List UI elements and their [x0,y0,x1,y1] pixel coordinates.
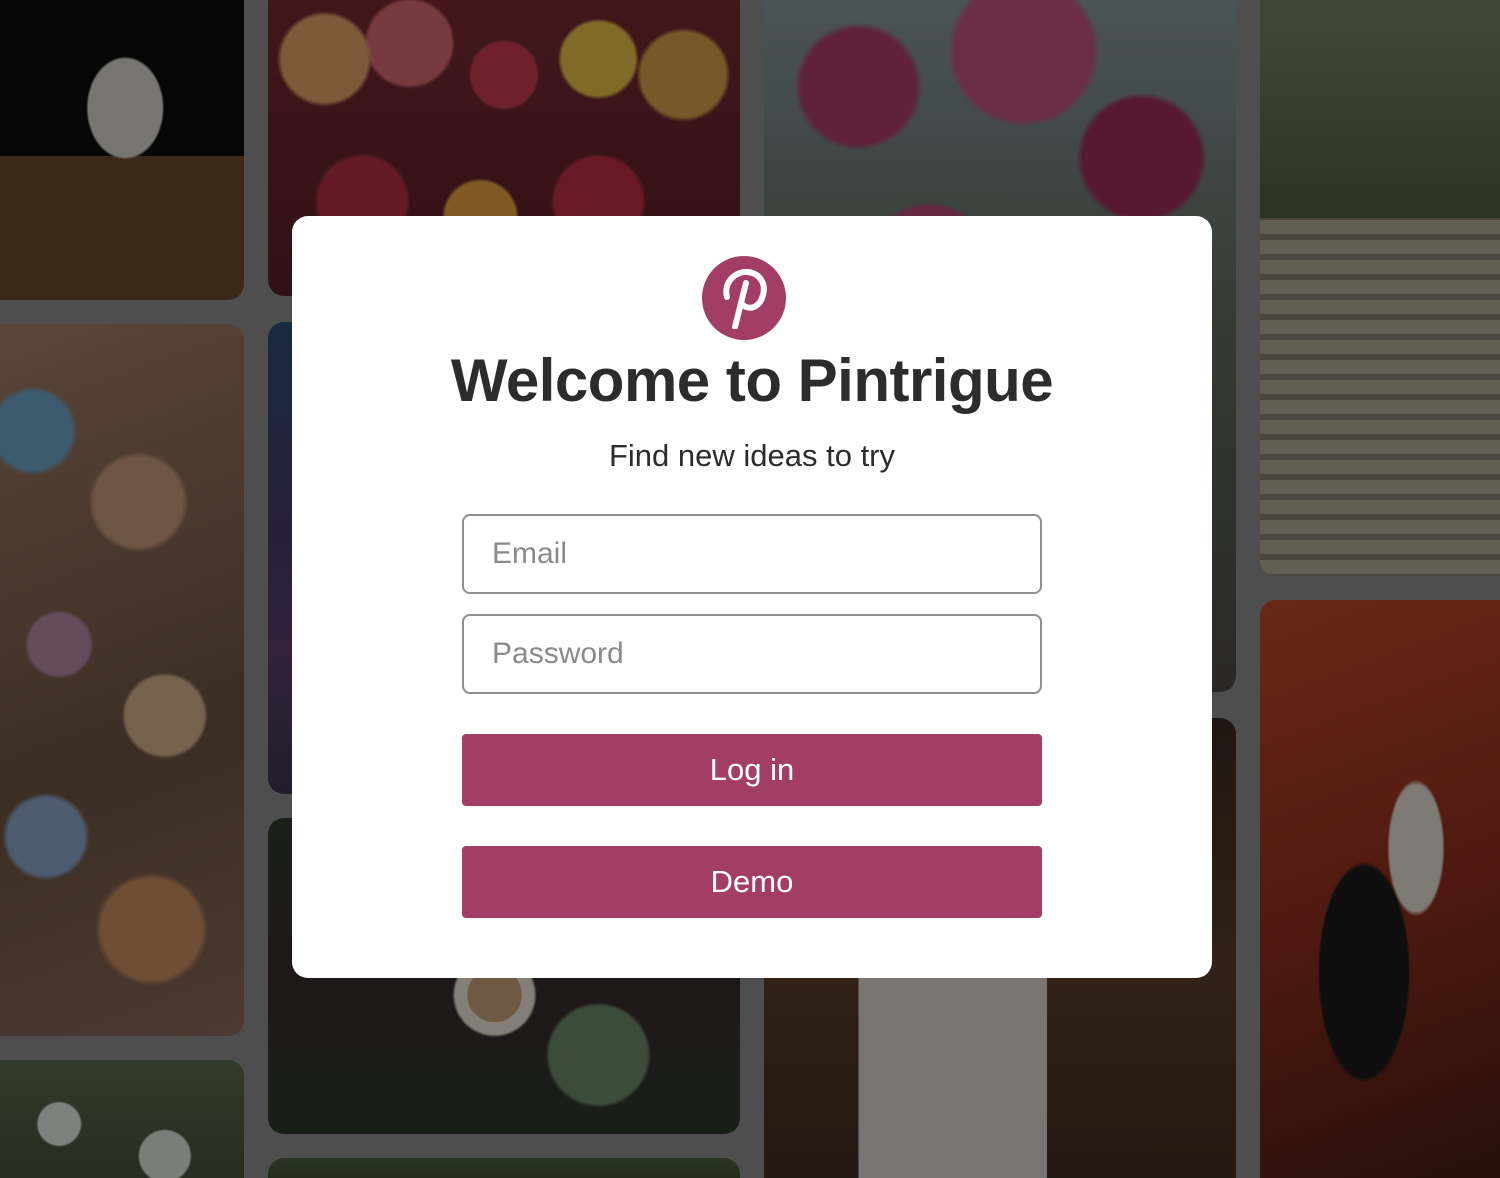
password-field[interactable] [462,614,1042,694]
pinterest-p-icon [702,256,786,340]
page-title: Welcome to Pintrigue [450,347,1054,414]
login-button[interactable]: Log in [462,734,1042,806]
login-page: Welcome to Pintrigue Find new ideas to t… [0,0,1500,1178]
page-subtitle: Find new ideas to try [608,438,896,473]
login-modal: Welcome to Pintrigue Find new ideas to t… [292,216,1212,978]
demo-button[interactable]: Demo [462,846,1042,918]
email-field[interactable] [462,514,1042,594]
